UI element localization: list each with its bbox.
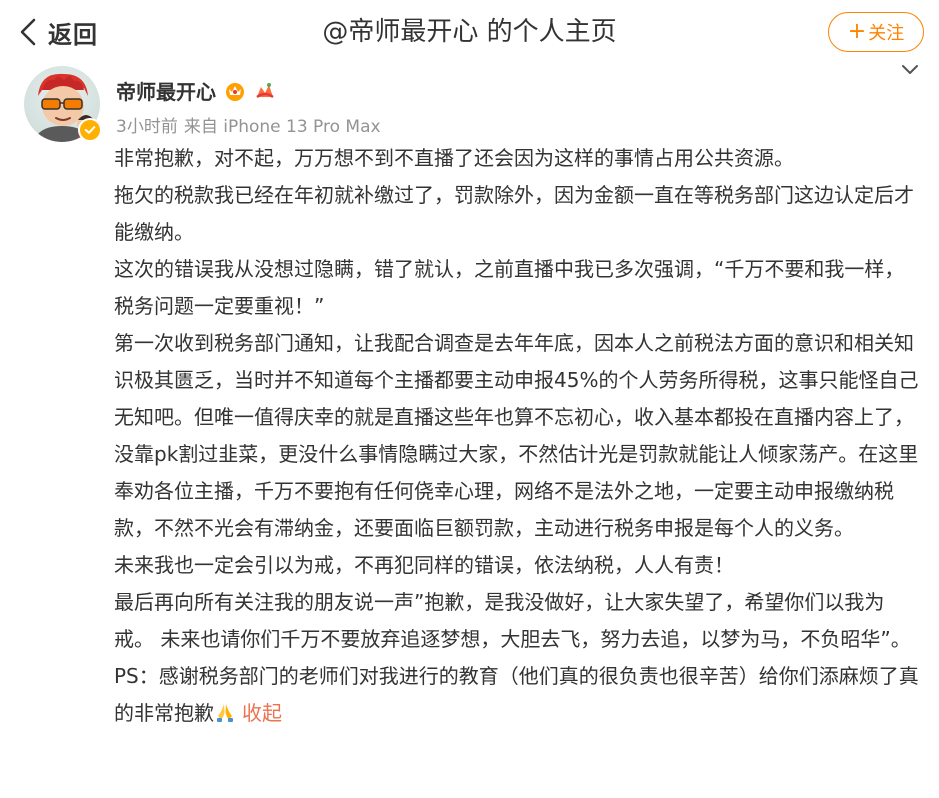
- crown-badge-icon: [226, 82, 244, 101]
- avatar[interactable]: [24, 66, 102, 142]
- paragraph: 第一次收到税务部门通知，让我配合调查是去年年底，因本人之前税法方面的意识和相关知…: [114, 331, 919, 540]
- top-bar: 返回 @帝师最开心 的个人主页 + 关注: [0, 0, 939, 64]
- page-title: @帝师最开心 的个人主页: [322, 17, 617, 47]
- user-name-row: 帝师最开心: [116, 76, 276, 105]
- praying-hands-icon: [217, 704, 233, 722]
- post-time: 3小时前: [116, 117, 178, 137]
- paragraph: 拖欠的税款我已经在年初就补缴过了，罚款除外，因为金额一直在等税务部门这边认定后才…: [114, 183, 914, 244]
- paragraph: 这次的错误我从没想过隐瞒，错了就认，之前直播中我已多次强调，“千万不要和我一样，…: [114, 257, 905, 318]
- verified-icon: [78, 118, 102, 142]
- paragraph: 最后再向所有关注我的朋友说一声”抱歉，是我没做好，让大家失望了，希望你们以我为戒…: [114, 590, 911, 651]
- paragraph: 未来我也一定会引以为戒，不再犯同样的错误，依法纳税，人人有责！: [114, 553, 734, 577]
- post-source: 来自 iPhone 13 Pro Max: [183, 117, 381, 137]
- collapse-link[interactable]: 收起: [242, 701, 282, 725]
- paragraph: 非常抱歉，对不起，万万想不到不直播了还会因为这样的事情占用公共资源。: [114, 146, 794, 170]
- post-meta: 3小时前 来自 iPhone 13 Pro Max: [116, 112, 381, 137]
- vip-badge-icon: [256, 82, 274, 98]
- username[interactable]: 帝师最开心: [116, 76, 216, 105]
- paragraph-last: PS：感谢税务部门的老师们对我进行的教育（他们真的很负责也很辛苦）给你们添麻烦了…: [114, 658, 920, 732]
- follow-button[interactable]: + 关注: [828, 12, 924, 52]
- follow-label: 关注: [868, 23, 905, 44]
- post-content: 非常抱歉，对不起，万万想不到不直播了还会因为这样的事情占用公共资源。 拖欠的税款…: [114, 140, 920, 732]
- plus-icon: +: [847, 19, 867, 44]
- chevron-down-icon[interactable]: [900, 62, 920, 78]
